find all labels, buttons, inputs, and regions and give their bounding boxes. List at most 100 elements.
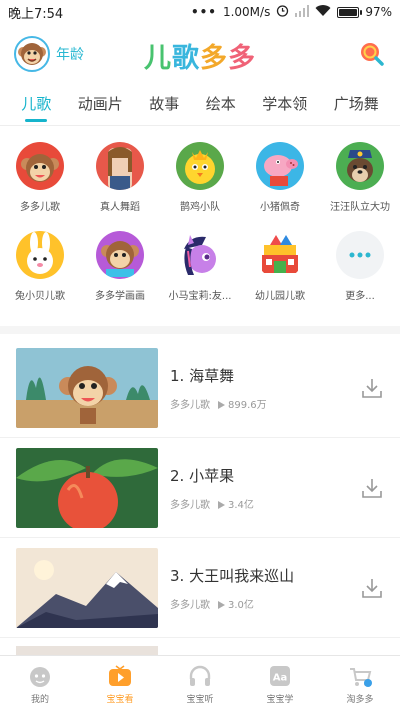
- search-icon: [361, 43, 384, 66]
- song-meta: 多多儿歌 899.6万: [170, 396, 360, 411]
- song-info: 1. 海草舞 多多儿歌 899.6万: [170, 365, 360, 411]
- play-count-value: 899.6万: [228, 399, 267, 411]
- dancer-girl-icon: [96, 142, 144, 190]
- svg-text:Aa: Aa: [273, 673, 288, 684]
- bottom-nav: 我的 宝宝看 宝宝听 Aa 宝宝学 淘多多: [0, 655, 400, 711]
- category-item[interactable]: 真人舞蹈: [80, 142, 160, 213]
- song-thumbnail: [16, 347, 158, 428]
- nav-label: 我的: [30, 695, 49, 705]
- tab-cartoons[interactable]: 动画片: [76, 89, 125, 124]
- category-item[interactable]: 鹊鸡小队: [160, 142, 240, 213]
- section-divider: [0, 326, 400, 334]
- song-title: 3. 大王叫我来巡山: [170, 566, 295, 585]
- tab-skills[interactable]: 学本领: [260, 89, 309, 124]
- tab-square-dance[interactable]: 广场舞: [332, 89, 381, 124]
- category-item[interactable]: 兔小贝儿歌: [0, 231, 80, 302]
- app-logo: 儿歌多多: [144, 36, 256, 75]
- bunny-icon: [16, 231, 64, 279]
- category-item[interactable]: 更多...: [320, 231, 400, 302]
- category-tabs: 儿歌 动画片 故事 绘本 学本领 广场舞: [0, 88, 400, 126]
- list-item[interactable]: 3. 大王叫我来巡山 多多儿歌 3.0亿: [0, 538, 400, 638]
- song-info: 2. 小苹果 多多儿歌 3.4亿: [170, 465, 360, 511]
- monkey-icon: [16, 142, 64, 190]
- signal-icon: [295, 4, 310, 20]
- song-source: 多多儿歌: [170, 599, 210, 611]
- song-title: 1. 海草舞: [170, 366, 235, 385]
- download-button[interactable]: [360, 576, 384, 600]
- search-button[interactable]: [358, 40, 386, 68]
- status-bar: 晚上7:54 ••• 1.00M/s 97%: [0, 0, 400, 24]
- download-icon: [362, 378, 382, 398]
- nav-label: 淘多多: [346, 695, 374, 705]
- shopping-cart-icon: [346, 662, 374, 690]
- network-speed: 1.00M/s: [222, 5, 271, 19]
- nav-mine[interactable]: 我的: [0, 656, 80, 711]
- category-item[interactable]: 幼儿园儿歌: [240, 231, 320, 302]
- battery-level: [339, 8, 357, 16]
- song-title: 2. 小苹果: [170, 466, 235, 485]
- category-item[interactable]: 汪汪队立大功: [320, 142, 400, 213]
- status-time: 晚上7:54: [8, 6, 64, 22]
- download-icon: [362, 478, 382, 498]
- list-item[interactable]: 1. 海草舞 多多儿歌 899.6万: [0, 338, 400, 438]
- tv-play-icon: [106, 662, 134, 690]
- nav-watch[interactable]: 宝宝看: [80, 656, 160, 711]
- category-label: 更多...: [345, 291, 375, 302]
- play-count: 3.0亿: [218, 596, 254, 611]
- category-label: 幼儿园儿歌: [255, 291, 305, 302]
- category-item[interactable]: 小猪佩奇: [240, 142, 320, 213]
- nav-listen[interactable]: 宝宝听: [160, 656, 240, 711]
- play-count-value: 3.4亿: [228, 499, 254, 511]
- list-item[interactable]: 2. 小苹果 多多儿歌 3.4亿: [0, 438, 400, 538]
- song-meta: 多多儿歌 3.4亿: [170, 496, 360, 511]
- kindergarten-icon: [256, 231, 304, 279]
- song-list: 1. 海草舞 多多儿歌 899.6万 2. 小苹果 多多儿歌 3.4亿 3. 大…: [0, 338, 400, 638]
- play-icon: [218, 600, 225, 609]
- monkey-painting-icon: [96, 231, 144, 279]
- logo-char: 歌: [172, 43, 200, 74]
- tab-picture-books[interactable]: 绘本: [204, 89, 238, 124]
- download-icon: [362, 578, 382, 598]
- download-button[interactable]: [360, 376, 384, 400]
- age-selector[interactable]: 年龄: [14, 36, 84, 72]
- headphones-icon: [186, 662, 214, 690]
- category-label: 真人舞蹈: [100, 202, 140, 213]
- category-label: 小马宝莉:友...: [168, 291, 232, 302]
- category-item[interactable]: 多多学画画: [80, 231, 160, 302]
- song-meta: 多多儿歌 3.0亿: [170, 596, 360, 611]
- alarm-icon: [276, 4, 289, 20]
- nav-label: 宝宝学: [266, 695, 294, 705]
- song-source: 多多儿歌: [170, 399, 210, 411]
- song-source: 多多儿歌: [170, 499, 210, 511]
- puppy-police-icon: [336, 142, 384, 190]
- play-count: 3.4亿: [218, 496, 254, 511]
- category-item[interactable]: 多多儿歌: [0, 142, 80, 213]
- category-label: 多多学画画: [95, 291, 145, 302]
- battery-icon: [337, 6, 363, 18]
- play-icon: [218, 400, 225, 409]
- learn-aa-icon: Aa: [266, 662, 294, 690]
- category-label: 小猪佩奇: [260, 202, 300, 213]
- category-grid: 多多儿歌 真人舞蹈 鹊鸡小队 小猪佩奇 汪汪队立大功 兔小贝儿歌 多多学画画 小…: [0, 142, 400, 302]
- pink-pig-icon: [256, 142, 304, 190]
- yellow-chick-icon: [176, 142, 224, 190]
- nav-shop[interactable]: 淘多多: [320, 656, 400, 711]
- category-item[interactable]: 小马宝莉:友...: [160, 231, 240, 302]
- logo-char: 多: [200, 43, 228, 74]
- category-label: 多多儿歌: [20, 202, 60, 213]
- download-button[interactable]: [360, 476, 384, 500]
- baby-face-icon: [26, 662, 54, 690]
- battery-percent: 97%: [365, 5, 392, 19]
- category-label: 汪汪队立大功: [330, 202, 390, 213]
- nav-label: 宝宝听: [186, 695, 214, 705]
- status-right: ••• 1.00M/s 97%: [191, 4, 392, 20]
- nav-learn[interactable]: Aa 宝宝学: [240, 656, 320, 711]
- tab-stories[interactable]: 故事: [147, 89, 181, 124]
- tab-songs[interactable]: 儿歌: [19, 89, 53, 124]
- monkey-avatar-icon: [14, 36, 50, 72]
- category-label: 鹊鸡小队: [180, 202, 220, 213]
- play-count: 899.6万: [218, 396, 267, 411]
- more-dots-icon: •••: [190, 5, 217, 19]
- purple-pony-icon: [176, 231, 224, 279]
- song-info: 3. 大王叫我来巡山 多多儿歌 3.0亿: [170, 565, 360, 611]
